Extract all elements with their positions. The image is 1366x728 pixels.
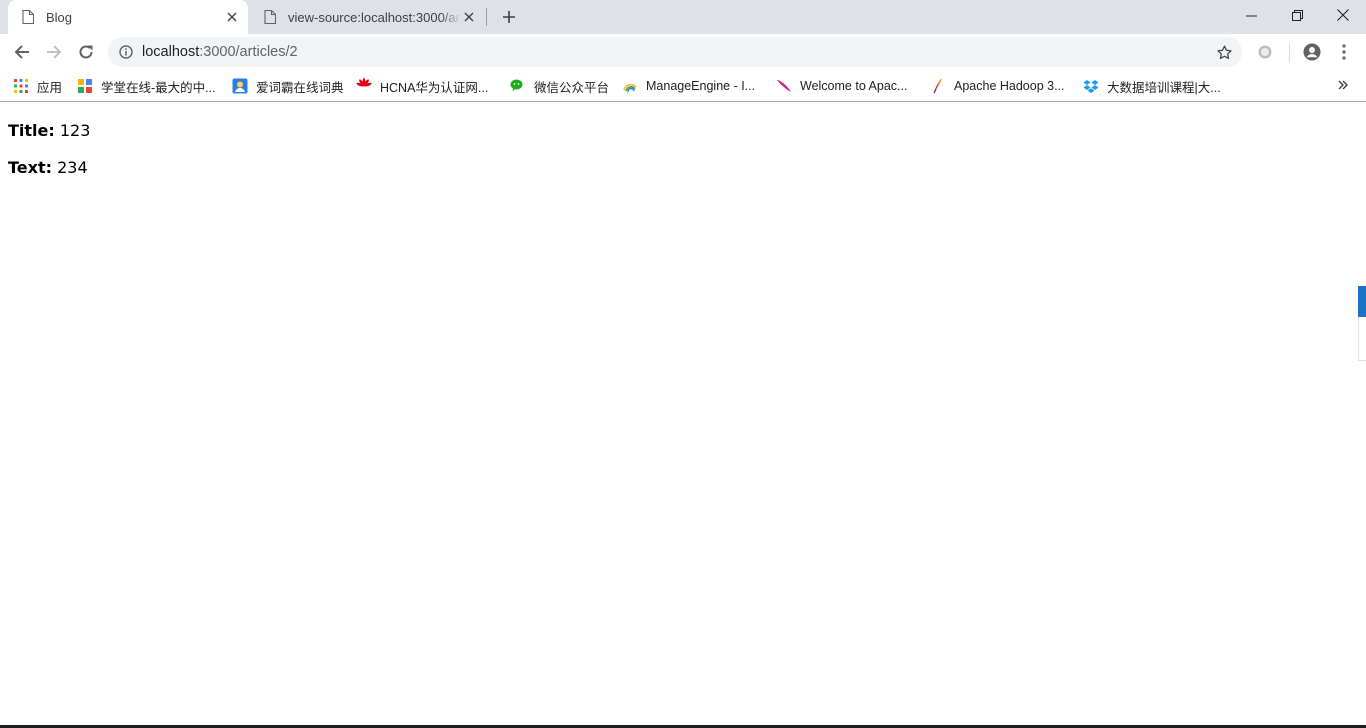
tab-strip: Blog view-source:localhost:3000/articles… [0,0,1366,34]
bookmark-label: 大数据培训课程|大... [1107,80,1221,95]
bookmark-label: 应用 [37,80,63,95]
account-avatar-icon[interactable] [1302,42,1322,62]
article-text-row: Text: 234 [8,158,88,177]
title-label: Title: [8,121,55,140]
menu-kebab-icon[interactable] [1334,42,1354,62]
url-host: localhost [142,44,200,60]
url-path: :3000/articles/2 [199,44,298,60]
bookmark-label: 爱词霸在线词典 [256,80,344,95]
manageengine-icon [622,78,638,94]
extension-icon[interactable] [1255,42,1275,62]
bookmark-wechat[interactable]: 微信公众平台 [510,76,609,96]
info-icon[interactable] [118,44,134,60]
side-widget-tab[interactable] [1358,286,1366,317]
page-content: Title: 123 Text: 234 [0,103,1366,725]
minimize-icon[interactable] [1228,0,1274,30]
text-label: Text: [8,158,53,177]
browser-toolbar: localhost:3000/articles/2 [0,34,1366,70]
restore-icon[interactable] [1274,0,1320,30]
title-value: 123 [59,121,91,140]
window-close-icon[interactable] [1320,0,1366,30]
reload-icon[interactable] [72,38,100,66]
wechat-icon [510,78,526,94]
tab-divider [486,8,487,26]
text-value: 234 [57,158,88,177]
bookmark-manageengine[interactable]: ManageEngine - I... [622,76,755,96]
url-text[interactable]: localhost:3000/articles/2 [142,44,298,60]
bookmark-apache[interactable]: Welcome to Apac... [776,76,907,96]
article-title-row: Title: 123 [8,121,90,140]
dropbox-like-icon [1083,78,1099,94]
tab-view-source[interactable]: view-source:localhost:3000/articles/2 [250,0,485,34]
bookmark-star-icon[interactable] [1216,44,1232,60]
bookmark-label: 微信公众平台 [534,80,610,95]
tab-blog[interactable]: Blog [8,0,248,34]
bookmark-iciba[interactable]: 爱词霸在线词典 [232,76,344,96]
address-bar[interactable]: localhost:3000/articles/2 [108,37,1242,67]
page-icon [262,9,278,25]
bookmarks-bar: 应用 学堂在线-最大的中... 爱词霸在线词典 HCNA华为认证网... 微信公… [0,70,1366,102]
bookmark-apps[interactable]: 应用 [13,76,62,96]
bookmarks-overflow-chevron-icon[interactable] [1334,76,1352,94]
close-icon[interactable] [461,9,477,25]
iciba-icon [232,78,248,94]
close-icon[interactable] [224,9,240,25]
bookmark-label: 学堂在线-最大的中... [101,80,216,95]
apache-feather-icon [930,78,946,94]
back-arrow-icon[interactable] [8,38,36,66]
bookmark-label: Welcome to Apac... [800,79,908,93]
side-widget-panel[interactable] [1358,317,1366,361]
new-tab-plus-icon[interactable] [498,6,520,28]
bookmark-label: ManageEngine - I... [646,79,756,93]
forward-arrow-icon[interactable] [40,38,68,66]
bookmark-label: Apache Hadoop 3... [954,79,1065,93]
bookmark-bigdata[interactable]: 大数据培训课程|大... [1083,76,1221,96]
xuetang-icon [77,78,93,94]
page-icon [20,9,36,25]
bookmark-huawei[interactable]: HCNA华为认证网... [356,76,488,96]
huawei-icon [356,78,372,94]
bookmark-xuetang[interactable]: 学堂在线-最大的中... [77,76,216,96]
toolbar-divider [1289,43,1290,63]
tab-title: Blog [46,9,73,25]
tab-title: view-source:localhost:3000/articles/2 [288,9,461,25]
apache-feather-icon [776,78,792,94]
apps-grid-icon [13,78,29,94]
bookmark-hadoop[interactable]: Apache Hadoop 3... [930,76,1065,96]
bookmark-label: HCNA华为认证网... [380,80,489,95]
